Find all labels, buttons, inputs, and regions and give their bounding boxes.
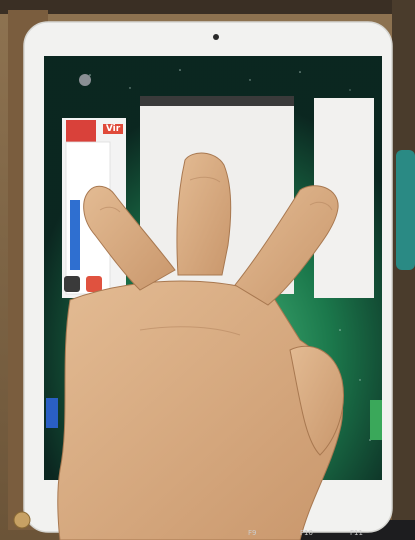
app-icon-small xyxy=(79,74,91,86)
teal-object xyxy=(396,150,415,270)
dock-icon-green xyxy=(370,400,382,440)
app-card-front-blue xyxy=(70,200,80,270)
key-f11: F11 xyxy=(350,529,363,537)
wall-strip xyxy=(0,0,415,14)
hand xyxy=(57,152,344,540)
app-card-tab-label: Vir xyxy=(103,124,123,134)
key-f9: F9 xyxy=(248,529,257,537)
key-f10: F10 xyxy=(300,529,313,537)
app-icon-dark xyxy=(64,276,80,292)
tablet-camera xyxy=(213,34,219,40)
app-card-center-header xyxy=(140,96,294,106)
app-icon-red xyxy=(86,276,102,292)
bracelet xyxy=(13,511,31,529)
photo: Vir F9 F10 F11 xyxy=(0,0,415,540)
keyboard-key-row: F9 F10 F11 xyxy=(200,528,415,540)
photo-scene xyxy=(0,0,415,540)
app-card-thumb-red xyxy=(66,120,96,142)
dock-icon-blue xyxy=(46,398,58,428)
